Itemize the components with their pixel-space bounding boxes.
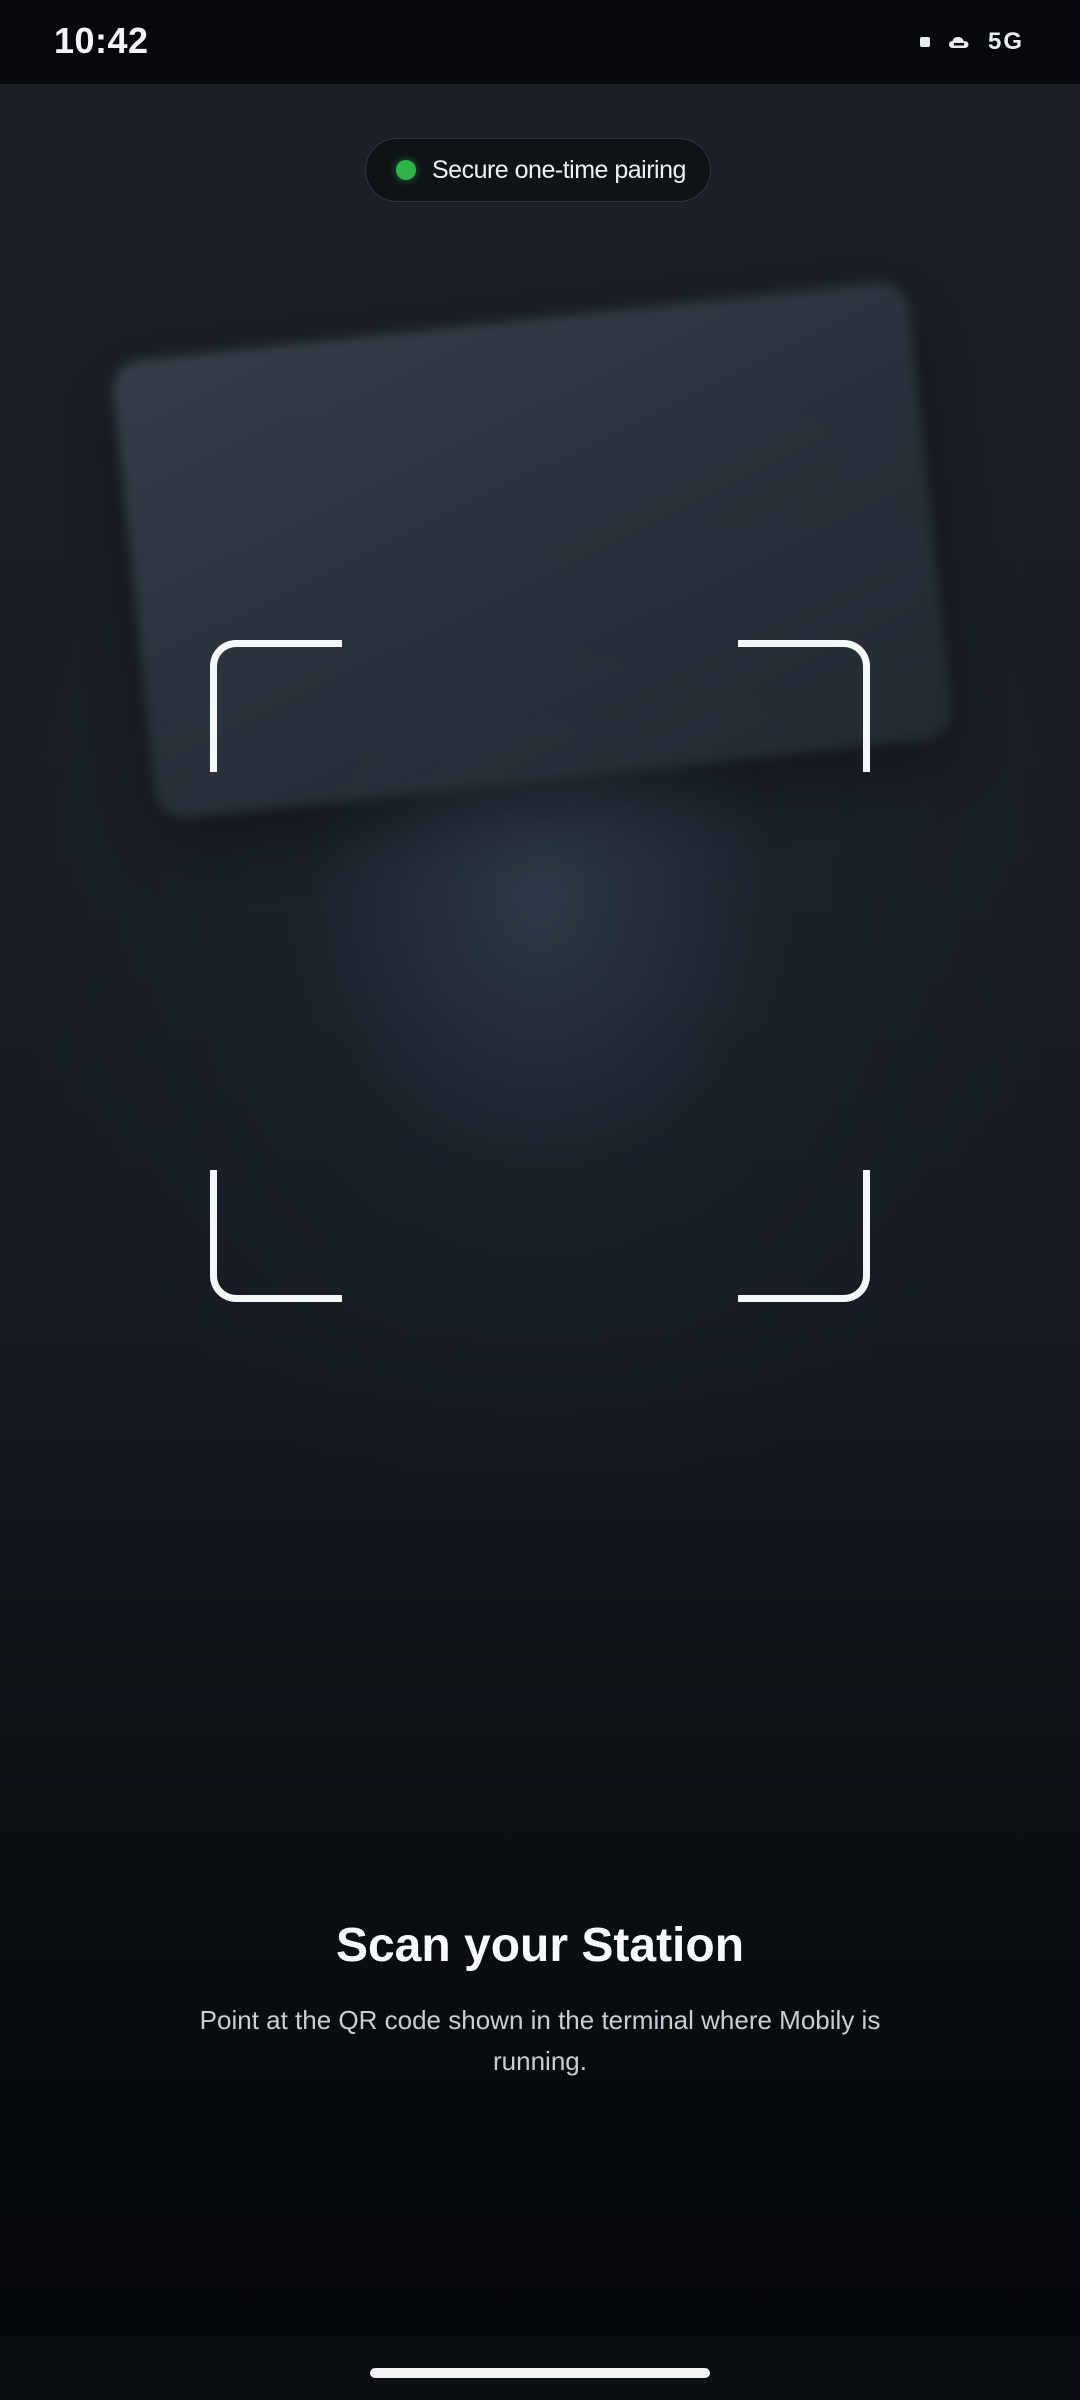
navigation-bar <box>0 2336 1080 2400</box>
qr-scanner-screen: 10:42 5G Secure one-time pairing Scan yo… <box>0 0 1080 2400</box>
viewfinder-corner-bottom-right <box>738 1170 870 1302</box>
status-time: 10:42 <box>54 20 149 61</box>
status-bar: 10:42 5G <box>0 0 1080 84</box>
home-indicator[interactable] <box>370 2368 710 2378</box>
secure-pairing-label: Secure one-time pairing <box>432 155 686 184</box>
scanner-viewfinder <box>210 640 870 1302</box>
viewfinder-corner-top-left <box>210 640 342 772</box>
viewfinder-corner-top-right <box>738 640 870 772</box>
cloud-icon <box>948 34 970 50</box>
status-icons: 5G <box>919 24 1024 60</box>
page-subtitle: Point at the QR code shown in the termin… <box>199 2005 881 2076</box>
status-dot-icon <box>396 160 416 180</box>
viewfinder-corner-bottom-left <box>210 1170 342 1302</box>
secure-pairing-badge: Secure one-time pairing <box>365 138 711 202</box>
network-label: 5G <box>987 28 1024 55</box>
signal-dot-icon <box>919 37 930 47</box>
page-title: Scan your Station <box>335 1919 745 1972</box>
